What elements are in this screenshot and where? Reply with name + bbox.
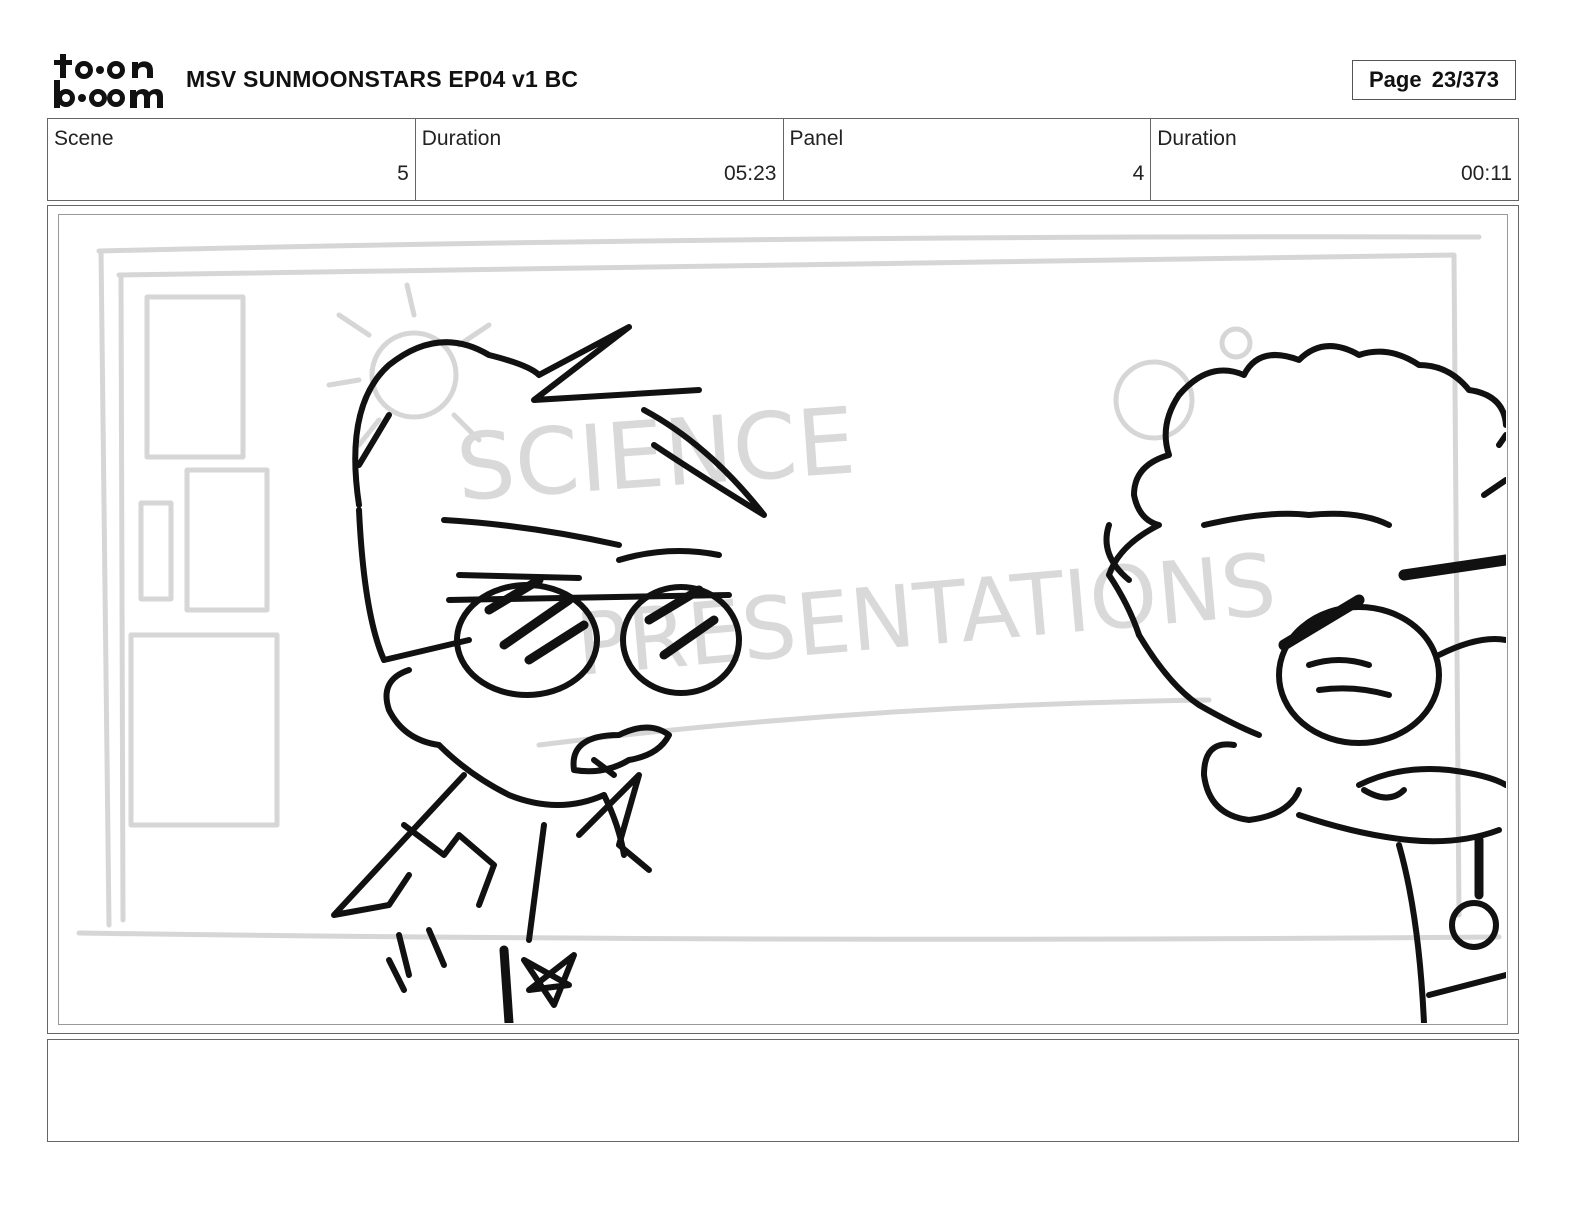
scene-duration-value: 05:23 [723,162,777,185]
page-value: 23/373 [1431,67,1499,92]
panel-duration-value: 00:11 [1461,162,1512,185]
svg-text:SCIENCE: SCIENCE [453,387,859,522]
panel-label: Panel [789,127,844,150]
panel-notes-box [47,1039,1519,1142]
page-label: Page [1368,67,1422,92]
panel-duration-label: Duration [1157,127,1237,150]
scene-duration-cell: Duration 05:23 [416,119,784,200]
background-sketch: SCIENCE PRESENTATIONS [76,234,1502,942]
character-right-sketch [1103,343,1506,1023]
toon-boom-logo [50,50,164,112]
scene-label: Scene [54,127,114,150]
storyboard-panel: SCIENCE PRESENTATIONS [47,205,1519,1034]
scene-value: 5 [397,162,409,185]
scene-duration-label: Duration [421,127,502,150]
scene-cell: Scene 5 [48,119,416,200]
panel-drawing: SCIENCE PRESENTATIONS [58,214,1508,1025]
svg-text:PRESENTATIONS: PRESENTATIONS [572,535,1280,696]
panel-cell: Panel 4 [784,119,1152,200]
document-title: MSV SUNMOONSTARS EP04 v1 BC [186,66,579,92]
panel-value: 4 [1132,162,1145,185]
page-indicator: Page 23/373 [1352,60,1516,100]
panel-duration-cell: Duration 00:11 [1151,119,1518,200]
panel-info-row: Scene 5 Duration 05:23 Panel 4 Duration … [47,118,1519,201]
